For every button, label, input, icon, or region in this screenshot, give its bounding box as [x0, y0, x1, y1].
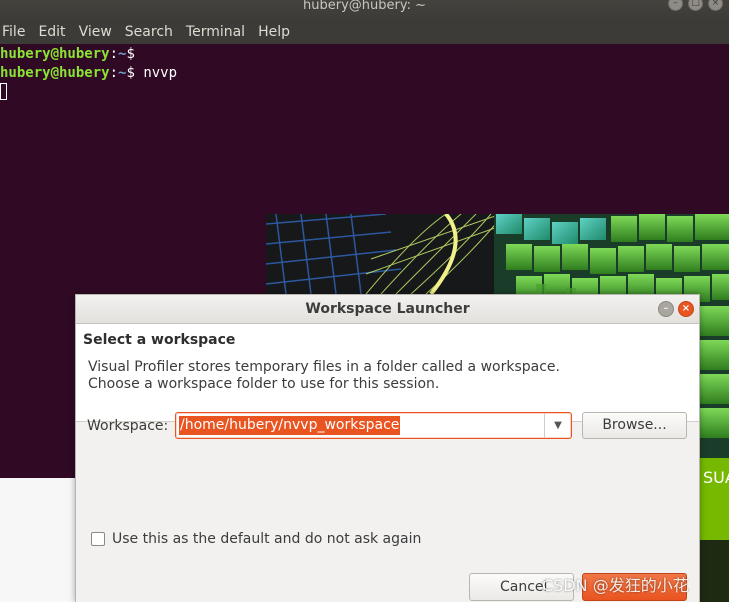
- workspace-launcher-dialog: Workspace Launcher – × Select a workspac…: [75, 294, 700, 602]
- menu-edit[interactable]: Edit: [38, 24, 65, 40]
- terminal-menubar: File Edit View Search Terminal Help: [0, 20, 729, 44]
- workspace-label: Workspace:: [87, 417, 169, 434]
- menu-file[interactable]: File: [2, 24, 25, 40]
- close-icon[interactable]: ×: [708, 0, 723, 11]
- watermark-text: CSDN @发狂的小花: [542, 576, 689, 595]
- prompt-user: hubery@hubery: [0, 46, 110, 62]
- dialog-heading: Select a workspace: [83, 332, 236, 348]
- dialog-description-line1: Visual Profiler stores temporary files i…: [88, 359, 560, 375]
- terminal-title: hubery@hubery: ~: [303, 0, 426, 13]
- workspace-row: Workspace: /home/hubery/nvvp_workspace ▼…: [87, 412, 687, 439]
- dialog-description-line2: Choose a workspace folder to use for thi…: [88, 376, 440, 392]
- minimize-icon[interactable]: –: [668, 0, 683, 11]
- dialog-header: Select a workspace Visual Profiler store…: [76, 324, 699, 422]
- dialog-title: Workspace Launcher: [305, 301, 470, 317]
- menu-terminal[interactable]: Terminal: [186, 24, 245, 40]
- maximize-icon[interactable]: □: [688, 0, 703, 11]
- dialog-close-icon[interactable]: ×: [678, 301, 694, 317]
- browse-button[interactable]: Browse...: [582, 412, 687, 439]
- menu-view[interactable]: View: [79, 24, 112, 40]
- menu-help[interactable]: Help: [258, 24, 290, 40]
- menu-search[interactable]: Search: [125, 24, 173, 40]
- prompt-path: ~: [118, 46, 127, 62]
- default-checkbox[interactable]: [91, 532, 105, 546]
- splash-partial-text: SUA: [703, 468, 729, 487]
- terminal-line: [0, 83, 729, 102]
- terminal-cursor: [0, 83, 7, 100]
- default-checkbox-row[interactable]: Use this as the default and do not ask a…: [91, 531, 421, 547]
- prompt-path: ~: [118, 65, 127, 81]
- chevron-down-icon[interactable]: ▼: [544, 413, 571, 438]
- workspace-combo[interactable]: /home/hubery/nvvp_workspace ▼: [175, 412, 572, 439]
- command-text: nvvp: [134, 65, 178, 81]
- terminal-line: hubery@hubery:~$ nvvp: [0, 65, 178, 81]
- workspace-input[interactable]: /home/hubery/nvvp_workspace: [179, 416, 401, 435]
- dialog-minimize-icon[interactable]: –: [658, 301, 674, 317]
- prompt-user: hubery@hubery: [0, 65, 110, 81]
- terminal-titlebar: hubery@hubery: ~ – □ ×: [0, 0, 729, 20]
- dialog-titlebar: Workspace Launcher – ×: [76, 295, 699, 324]
- default-checkbox-label[interactable]: Use this as the default and do not ask a…: [112, 531, 421, 547]
- terminal-line: hubery@hubery:~$: [0, 46, 135, 62]
